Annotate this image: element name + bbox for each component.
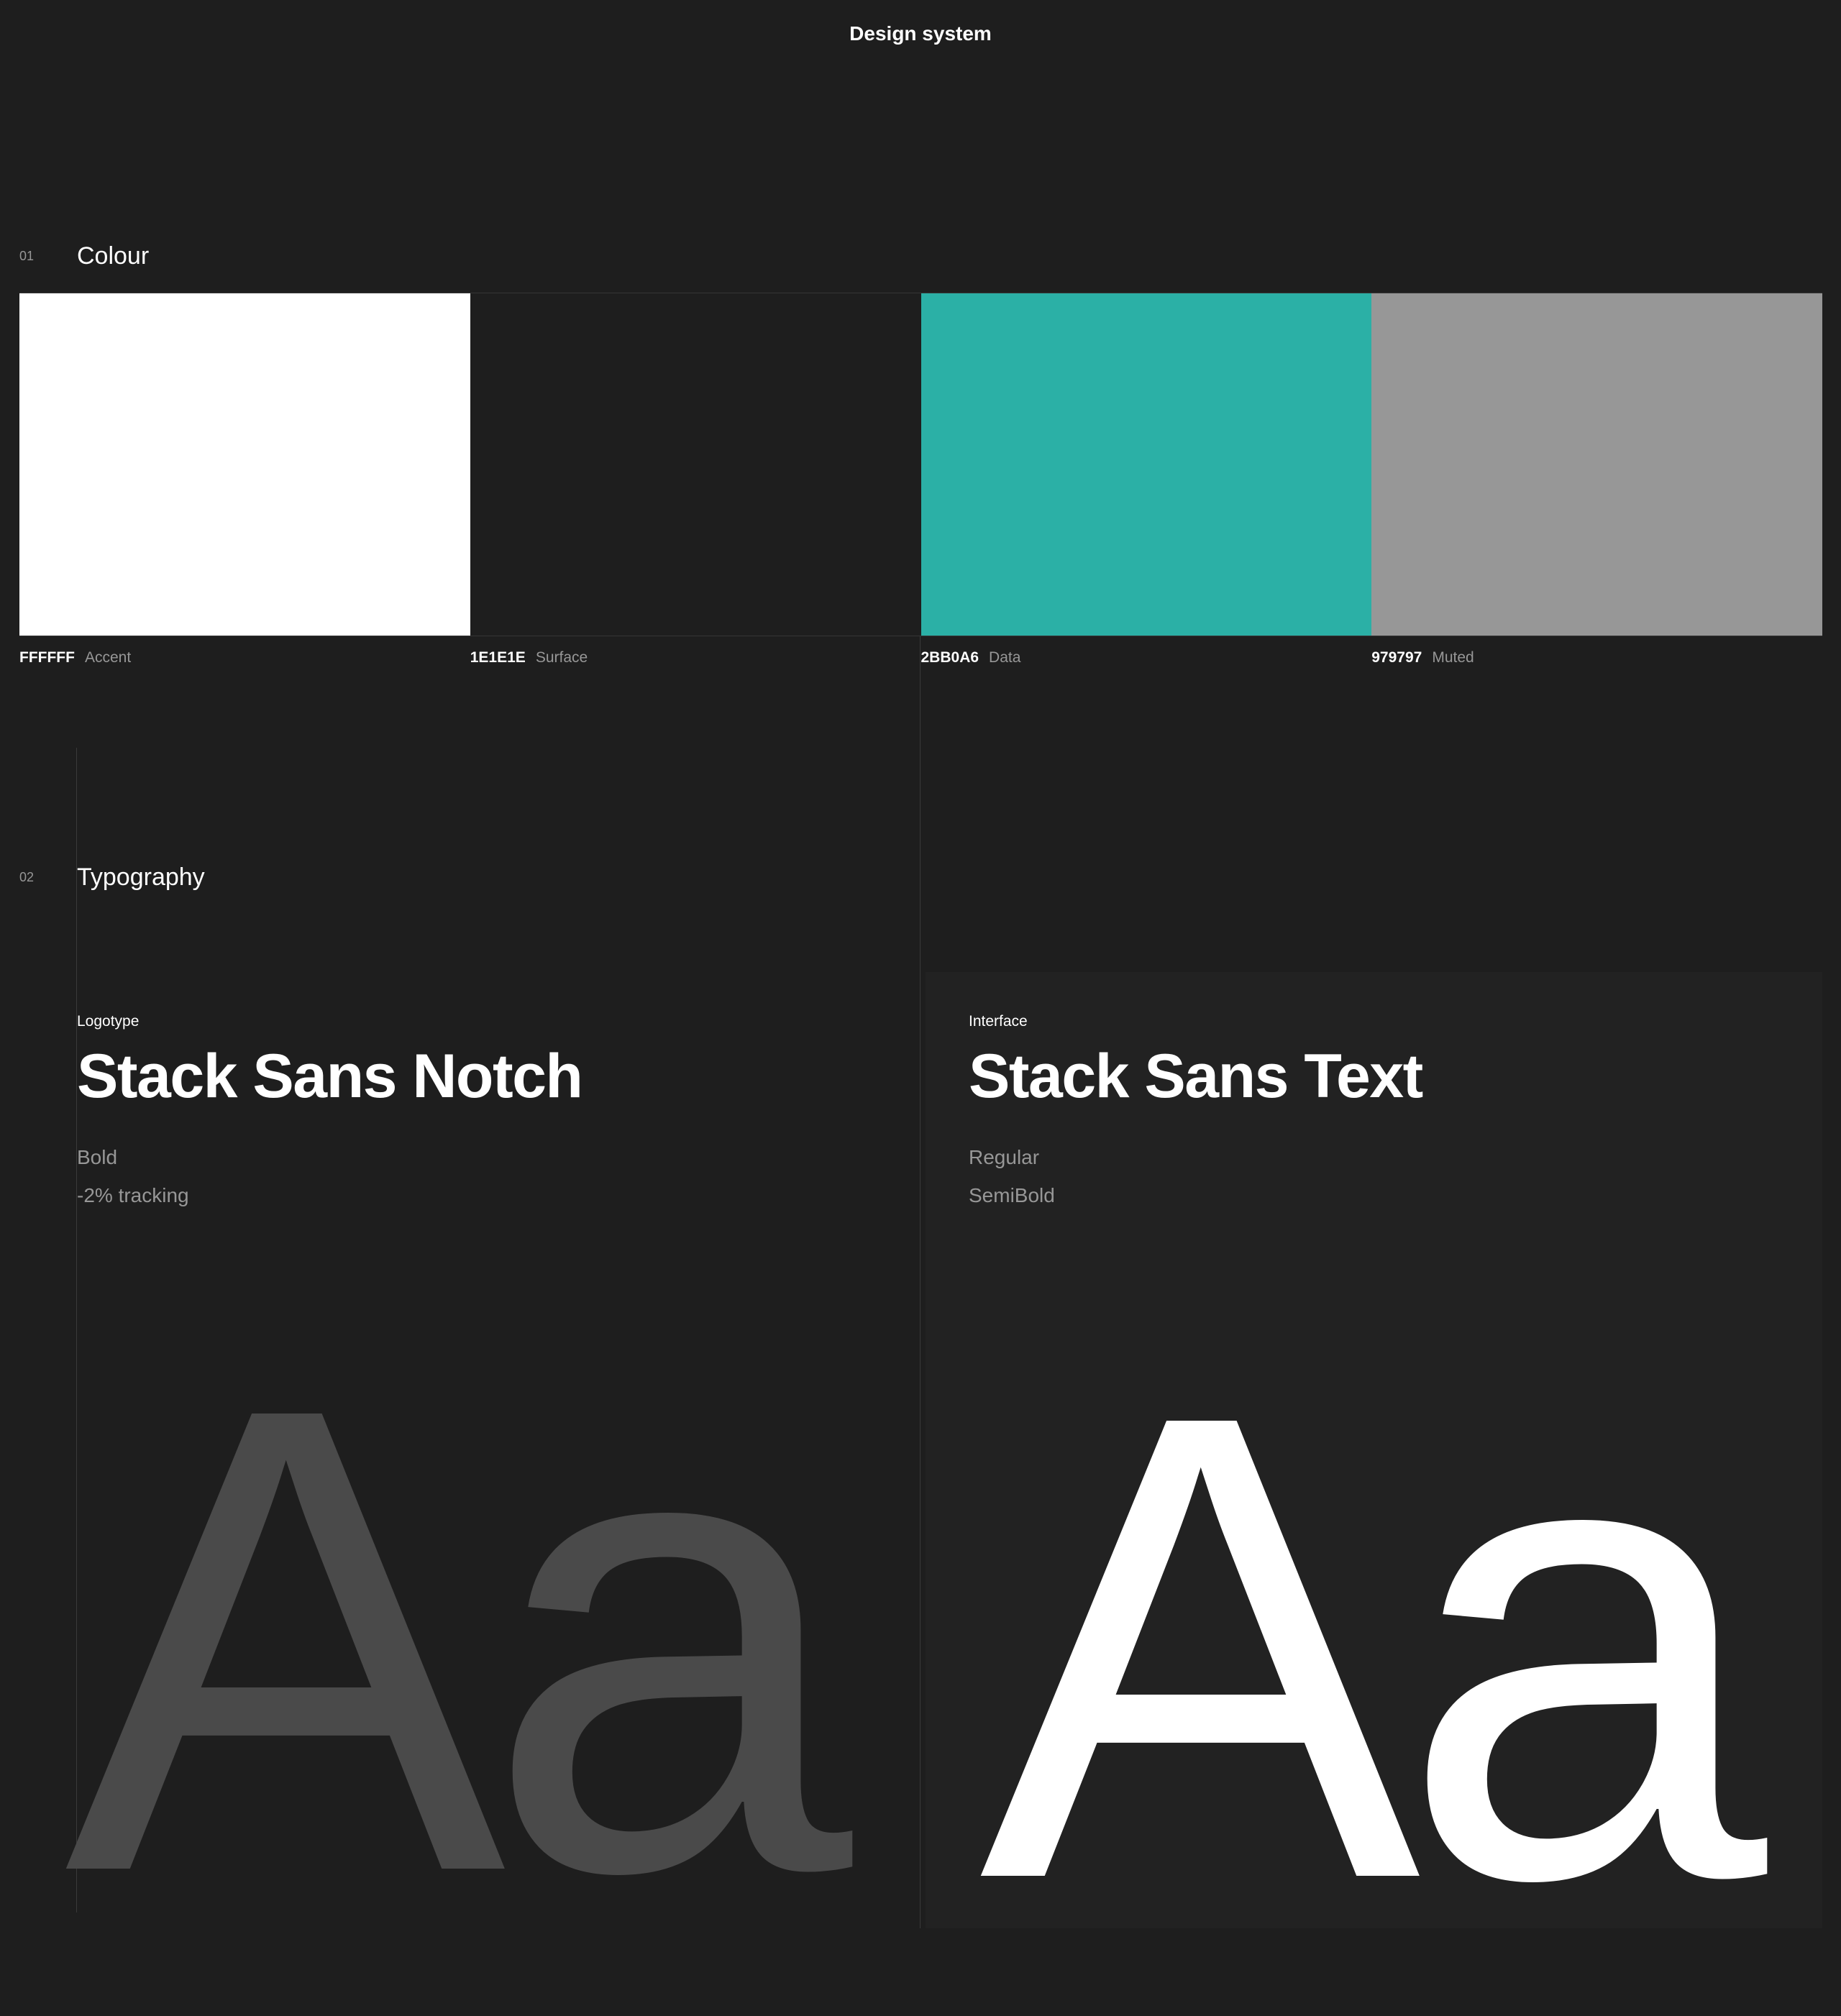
swatch-label-surface: 1E1E1E Surface: [470, 647, 921, 669]
swatch-name: Surface: [535, 649, 588, 666]
swatch-label-data: 2BB0A6 Data: [921, 647, 1372, 669]
swatch-labels: FFFFFF Accent 1E1E1E Surface 2BB0A6 Data 97…: [19, 647, 1822, 669]
interface-specs: Regular SemiBold: [969, 1138, 1422, 1214]
interface-spec-regular: Regular: [969, 1146, 1040, 1168]
swatch-hex: 1E1E1E: [470, 649, 526, 666]
swatch-label-muted: 979797 Muted: [1371, 647, 1822, 669]
logotype-spec-tracking: -2% tracking: [77, 1184, 189, 1206]
logotype-specs: Bold -2% tracking: [77, 1138, 582, 1214]
interface-specimen: Aa: [979, 1277, 1767, 2016]
swatch-name: Muted: [1432, 649, 1474, 666]
interface-label: Interface: [969, 1013, 1028, 1030]
colour-swatches: [19, 293, 1822, 636]
page-title: Design system: [849, 22, 992, 45]
swatch-hex: 2BB0A6: [920, 649, 979, 666]
interface-spec-semibold: SemiBold: [969, 1184, 1055, 1206]
swatch-muted: [1371, 293, 1822, 636]
swatch-label-accent: FFFFFF Accent: [19, 647, 470, 669]
swatch-surface: [470, 293, 921, 636]
logotype-label: Logotype: [77, 1013, 140, 1030]
swatch-hex: 979797: [1371, 649, 1422, 666]
section-number-colour: 01: [19, 249, 35, 263]
section-title-typography: Typography: [77, 863, 205, 891]
section-title-colour: Colour: [77, 242, 150, 270]
swatch-name: Data: [989, 649, 1021, 666]
swatch-hex: FFFFFF: [19, 649, 75, 666]
interface-font-name: Stack Sans Text: [969, 1042, 1423, 1111]
logotype-font-name: Stack Sans Notch: [77, 1042, 583, 1111]
interface-card: Interface Stack Sans Text Regular SemiBo…: [969, 1010, 1423, 1214]
swatch-name: Accent: [84, 649, 132, 666]
swatch-data: [920, 293, 1372, 636]
logotype-card: Logotype Stack Sans Notch Bold -2% track…: [77, 1010, 583, 1214]
section-number-typography: 02: [19, 870, 35, 884]
swatch-accent: [19, 293, 470, 636]
logotype-specimen: Aa: [65, 1270, 852, 2009]
logotype-spec-weight: Bold: [77, 1146, 118, 1168]
